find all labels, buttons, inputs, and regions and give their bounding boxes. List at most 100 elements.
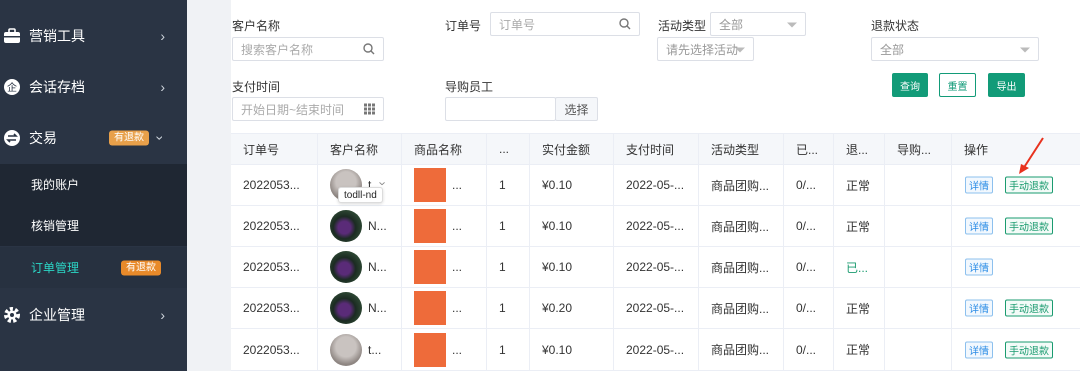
qty-text: 1 xyxy=(499,219,506,233)
cell-order-no: 2022053... xyxy=(231,165,317,205)
table-row: 2022053... N...... 1 ¥0.10 2022-05-... 商品团购..… xyxy=(231,206,1080,247)
activity-sub-select[interactable]: 请先选择活动 xyxy=(657,37,754,61)
chevron-down-icon xyxy=(735,47,745,53)
order-no-text: 2022053... xyxy=(243,219,300,233)
cell-order-no: 2022053... xyxy=(231,288,317,328)
customer-name-label: 客户名称 xyxy=(232,19,281,33)
manual-refund-button[interactable]: 手动退款 xyxy=(1005,217,1053,235)
chevron-right-icon: › xyxy=(160,307,165,323)
cell-order-no: 2022053... xyxy=(231,247,317,287)
qty-text: 1 xyxy=(499,178,506,192)
sidebar-item-label: 会话存档 xyxy=(29,79,85,95)
refund-status-select[interactable]: 全部 xyxy=(871,37,1039,61)
avatar xyxy=(330,292,362,324)
sidebar-item-transactions[interactable]: 交易 有退款 › xyxy=(0,113,187,163)
cell-actions: 详情 手动退款 xyxy=(951,206,1080,246)
cell-amount: ¥0.10 xyxy=(529,206,613,246)
sidebar-item-label: 企业管理 xyxy=(29,307,85,323)
chevron-down-icon: › xyxy=(152,135,169,141)
order-no-input[interactable]: 订单号 xyxy=(490,12,640,36)
order-no-text: 2022053... xyxy=(243,301,300,315)
sidebar-item-chat-archive[interactable]: 企 会话存档 › xyxy=(0,62,187,112)
pay-time-text: 2022-05-... xyxy=(626,178,685,192)
details-button[interactable]: 详情 xyxy=(965,176,993,194)
customer-name: t... xyxy=(368,342,382,357)
cell-order-no: 2022053... xyxy=(231,329,317,370)
sidebar-item-verification[interactable]: 核销管理 xyxy=(0,205,187,246)
cell-product: ... xyxy=(401,206,486,246)
cell-qty: 1 xyxy=(486,247,529,287)
c7-text: 0/... xyxy=(796,260,817,274)
table-header: 订单号 客户名称 商品名称 ... 实付金额 支付时间 活动类型 已... 退.… xyxy=(231,133,1080,165)
customer-name: N... xyxy=(368,260,387,274)
cell-activity: 商品团购... xyxy=(698,206,783,246)
sidebar-item-label: 订单管理 xyxy=(31,261,80,275)
customer-search-input[interactable]: 搜索客户名称 xyxy=(232,37,384,61)
cell-customer: N... xyxy=(317,206,401,246)
customer-name-tooltip: todll-nd xyxy=(338,187,383,203)
cell-order-no: 2022053... xyxy=(231,206,317,246)
chevron-down-icon[interactable]: › xyxy=(376,181,391,185)
qty-text: 1 xyxy=(499,342,506,357)
query-button[interactable]: 查询 xyxy=(892,73,928,97)
cell-amount: ¥0.20 xyxy=(529,288,613,328)
select-staff-button[interactable]: 选择 xyxy=(555,97,598,121)
activity-type-select[interactable]: 全部 xyxy=(710,12,806,36)
manual-refund-button[interactable]: 手动退款 xyxy=(1005,341,1053,358)
cell-customer: t... xyxy=(317,329,401,370)
cell-qty: 1 xyxy=(486,288,529,328)
calendar-icon xyxy=(364,103,375,115)
cell-product: ... xyxy=(401,329,486,370)
gear-icon xyxy=(2,305,22,325)
cell-refund: 正常 xyxy=(833,206,884,246)
refund-text: 正常 xyxy=(846,178,871,193)
details-button[interactable]: 详情 xyxy=(965,299,993,317)
details-button[interactable]: 详情 xyxy=(965,258,993,276)
table-row: 2022053... N...... 1 ¥0.10 2022-05-... 商品团购..… xyxy=(231,247,1080,288)
header-activity: 活动类型 xyxy=(698,134,783,164)
guide-staff-input[interactable] xyxy=(445,97,556,121)
pay-time-text: 2022-05-... xyxy=(626,301,685,315)
header-qty: ... xyxy=(486,134,529,164)
refund-text: 正常 xyxy=(846,343,871,357)
sidebar-item-my-account[interactable]: 我的账户 xyxy=(0,164,187,205)
cell-actions: 详情 手动退款 xyxy=(951,165,1080,205)
sidebar-item-order-management[interactable]: 订单管理 有退款 xyxy=(0,247,187,288)
order-no-text: 2022053... xyxy=(243,260,300,274)
cell-guide xyxy=(884,206,951,246)
refund-badge: 有退款 xyxy=(121,260,161,275)
main-area: 客户名称 搜索客户名称 订单号 订单号 活动类型 全部 请先选择活动 退款状态 … xyxy=(187,0,1080,371)
cell-guide xyxy=(884,247,951,287)
refund-text: 正常 xyxy=(846,301,871,316)
amount-text: ¥0.10 xyxy=(542,178,573,192)
details-button[interactable]: 详情 xyxy=(965,341,993,358)
cell-qty: 1 xyxy=(486,329,529,370)
activity-text: 商品团购... xyxy=(711,301,770,316)
chevron-down-icon xyxy=(787,22,797,28)
sidebar-item-marketing-tools[interactable]: 营销工具 › xyxy=(0,11,187,61)
cell-pay-time: 2022-05-... xyxy=(613,288,698,328)
product-name: ... xyxy=(452,301,463,315)
cell-product: ... xyxy=(401,247,486,287)
pay-time-range-input[interactable]: 开始日期~结束时间 xyxy=(232,97,384,121)
avatar xyxy=(330,251,362,283)
sidebar-item-enterprise[interactable]: 企业管理 › xyxy=(0,290,187,340)
manual-refund-button[interactable]: 手动退款 xyxy=(1005,176,1053,194)
cell-guide xyxy=(884,288,951,328)
refund-text: 正常 xyxy=(846,219,871,234)
product-thumbnail xyxy=(414,250,446,284)
refund-text: 已... xyxy=(846,260,869,275)
avatar xyxy=(330,210,362,242)
sidebar-item-label: 营销工具 xyxy=(29,28,85,44)
reset-button[interactable]: 重置 xyxy=(939,73,976,97)
header-product: 商品名称 xyxy=(401,134,486,164)
order-no-text: 2022053... xyxy=(243,342,300,357)
header-refund: 退... xyxy=(833,134,884,164)
details-button[interactable]: 详情 xyxy=(965,217,993,235)
c7-text: 0/... xyxy=(796,219,817,233)
cell-amount: ¥0.10 xyxy=(529,165,613,205)
product-name: ... xyxy=(452,342,463,357)
cell-qty: 1 xyxy=(486,206,529,246)
manual-refund-button[interactable]: 手动退款 xyxy=(1005,299,1053,317)
export-button[interactable]: 导出 xyxy=(988,73,1025,97)
